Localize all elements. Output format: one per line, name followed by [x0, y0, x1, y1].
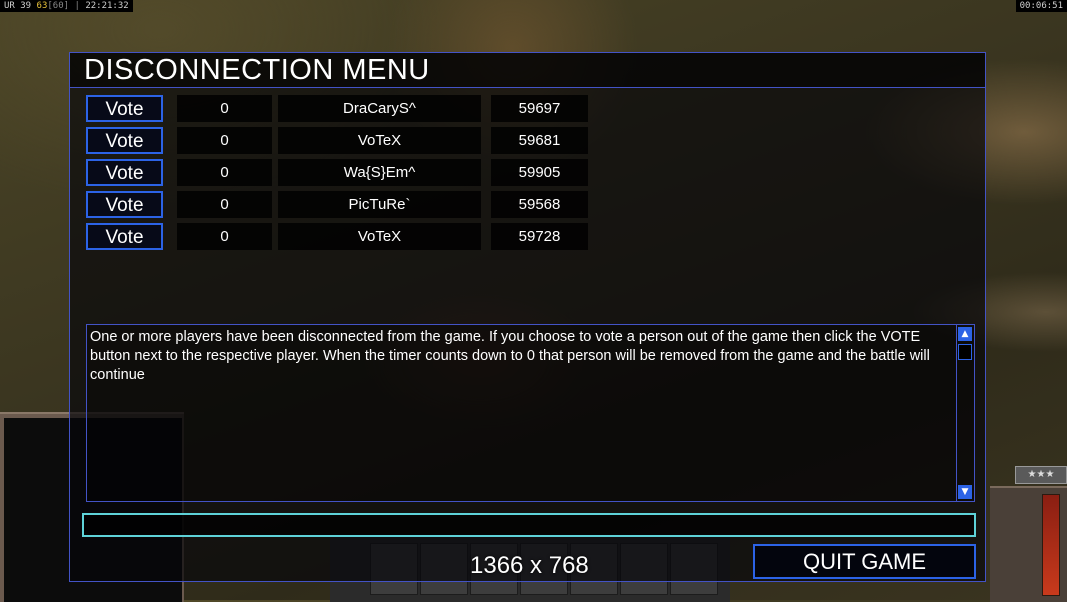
player-name: PicTuRe` — [278, 191, 481, 218]
vote-count: 0 — [177, 223, 272, 250]
quit-game-button[interactable]: QUIT GAME — [753, 544, 976, 579]
hud-value-b: 63 — [36, 1, 48, 11]
player-name: VoTeX — [278, 127, 481, 154]
hud-clock: 22:21:32 — [85, 1, 129, 11]
rank-stars-icon: ★★★ — [1015, 466, 1067, 484]
hud-value-a: 39 — [20, 1, 32, 11]
scroll-up-arrow-icon[interactable]: ▲ — [958, 327, 972, 341]
power-meter — [1042, 494, 1060, 596]
disconnect-timer: 59697 — [491, 95, 588, 122]
vote-button[interactable]: Vote — [86, 159, 163, 186]
dialog-title-bar: DISCONNECTION MENU — [70, 53, 985, 88]
hud-game-timer: 00:06:51 — [1015, 0, 1067, 12]
player-name: VoTeX — [278, 223, 481, 250]
hud-stats: UR 39 63[60] | 22:21:32 — [0, 0, 133, 12]
vote-count: 0 — [177, 127, 272, 154]
message-log: One or more players have been disconnect… — [86, 324, 975, 502]
dialog-title: DISCONNECTION MENU — [84, 54, 430, 86]
disconnect-timer: 59905 — [491, 159, 588, 186]
scroll-down-arrow-icon[interactable]: ▼ — [958, 485, 972, 499]
disconnect-timer: 59681 — [491, 127, 588, 154]
resolution-label: 1366 x 768 — [470, 552, 589, 579]
vote-button[interactable]: Vote — [86, 127, 163, 154]
disconnection-dialog: DISCONNECTION MENU Vote 0 DraCaryS^ 5969… — [69, 52, 986, 582]
player-name: Wa{S}Em^ — [278, 159, 481, 186]
hud-value-c: [60] — [47, 1, 70, 11]
vote-button[interactable]: Vote — [86, 191, 163, 218]
chat-input[interactable] — [82, 513, 976, 537]
vote-button[interactable]: Vote — [86, 95, 163, 122]
vote-count: 0 — [177, 95, 272, 122]
vote-button[interactable]: Vote — [86, 223, 163, 250]
player-name: DraCaryS^ — [278, 95, 481, 122]
scroll-thumb[interactable] — [958, 344, 972, 360]
vote-count: 0 — [177, 159, 272, 186]
power-panel — [990, 486, 1067, 602]
message-scrollbar[interactable]: ▲ ▼ — [956, 325, 974, 501]
hud-prefix: UR — [4, 1, 15, 11]
disconnect-timer: 59568 — [491, 191, 588, 218]
vote-count: 0 — [177, 191, 272, 218]
game-timer-value: 00:06:51 — [1019, 1, 1063, 11]
disconnect-timer: 59728 — [491, 223, 588, 250]
disconnect-message: One or more players have been disconnect… — [90, 329, 930, 383]
